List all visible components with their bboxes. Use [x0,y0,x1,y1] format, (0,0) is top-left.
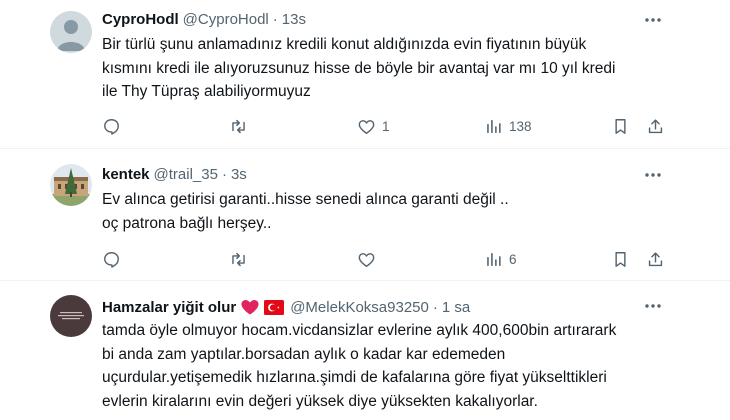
reply-button[interactable] [102,247,127,271]
tweet-text-line: Bir türlü şunu anlamadınız kredili konut… [102,36,587,53]
tweet-text-line: ile Thy Tüpraş alabiliyormuyuz [102,83,311,100]
red-heart-icon [240,297,260,317]
timestamp[interactable]: 3s [231,166,247,183]
timestamp[interactable]: 13s [282,11,306,28]
share-button[interactable] [646,247,665,271]
tweet-text: Ev alınca getirisi garanti..hisse senedi… [102,188,692,235]
reply-icon [104,118,119,135]
user-avatar[interactable] [50,164,92,206]
tweet-text: tamda öyle olmuyor hocam.vicdansizlar ev… [102,319,692,413]
text-image-avatar-icon [58,312,84,320]
tweet-text-line: oç patrona bağlı herşey.. [102,214,272,232]
tweet-text-line: evlerin kiralarını evin değeri yüksek di… [102,392,538,410]
author-name[interactable]: kentek [102,166,150,183]
bookmark-button[interactable] [611,114,630,138]
views-button[interactable]: 6 [484,247,517,271]
turkey-flag-icon [264,299,285,315]
views-button[interactable]: 138 [484,114,532,138]
author-name[interactable]: CyproHodl [102,11,179,28]
tweet-2[interactable]: kentek @trail_35 · 3s Ev alınca getirisi… [0,149,730,279]
tweet-3[interactable]: Hamzalar yiğit olur @MelekKoksa93250 · 1… [0,281,730,420]
tweet-text-line: tamda öyle olmuyor hocam.vicdansizlar ev… [102,322,617,339]
retweet-button[interactable] [229,114,254,138]
more-options-icon[interactable] [642,168,664,182]
author-handle[interactable]: @CyproHodl [183,11,269,28]
separator-dot: · [432,298,438,316]
heart-outline-icon [358,119,375,134]
share-icon [648,251,663,266]
bookmark-icon [615,118,626,134]
author-handle[interactable]: @trail_35 [154,166,218,183]
timestamp[interactable]: 1 sa [442,299,470,316]
reply-button[interactable] [102,114,127,138]
retweet-icon [232,252,245,266]
like-button[interactable] [357,247,382,271]
tweet-text-line: kısmını kredi ile alıyoruzsunuz hisse de… [102,59,616,77]
separator-dot: · [221,166,227,183]
views-bar-chart-icon [487,119,501,133]
author-handle[interactable]: @MelekKoksa93250 [290,299,429,316]
like-button[interactable]: 1 [357,114,390,138]
share-icon [648,118,663,133]
view-count: 138 [509,118,532,134]
more-options-icon[interactable] [642,13,664,27]
bookmark-icon [615,251,626,267]
share-button[interactable] [646,114,665,138]
user-avatar[interactable] [50,295,92,337]
tweet-1[interactable]: CyproHodl @CyproHodl · 13s Bir türlü şun… [0,0,730,148]
action-bar: 1 138 [0,114,730,138]
building-photo-avatar-icon [50,164,92,206]
author-name[interactable]: Hamzalar yiğit olur [102,299,236,316]
retweet-button[interactable] [229,247,254,271]
tweet-text-line: bi anda zam yaptılar.borsadan aylık o ka… [102,345,506,363]
action-bar: 6 [0,247,730,271]
retweet-icon [232,119,245,133]
view-count: 6 [509,251,517,267]
tweet-text-line: uçurdular.yetişemedik hızlarına.şimdi de… [102,369,607,386]
tweet-text: Bir türlü şunu anlamadınız kredili konut… [102,33,692,104]
default-avatar-icon[interactable] [50,11,92,53]
separator-dot: · [272,11,278,28]
like-count: 1 [382,118,390,134]
heart-outline-icon [358,252,375,267]
tweet-text-line: Ev alınca getirisi garanti..hisse senedi… [102,191,509,208]
views-bar-chart-icon [487,252,501,266]
bookmark-button[interactable] [611,247,630,271]
more-options-icon[interactable] [642,299,664,313]
reply-icon [104,251,119,268]
